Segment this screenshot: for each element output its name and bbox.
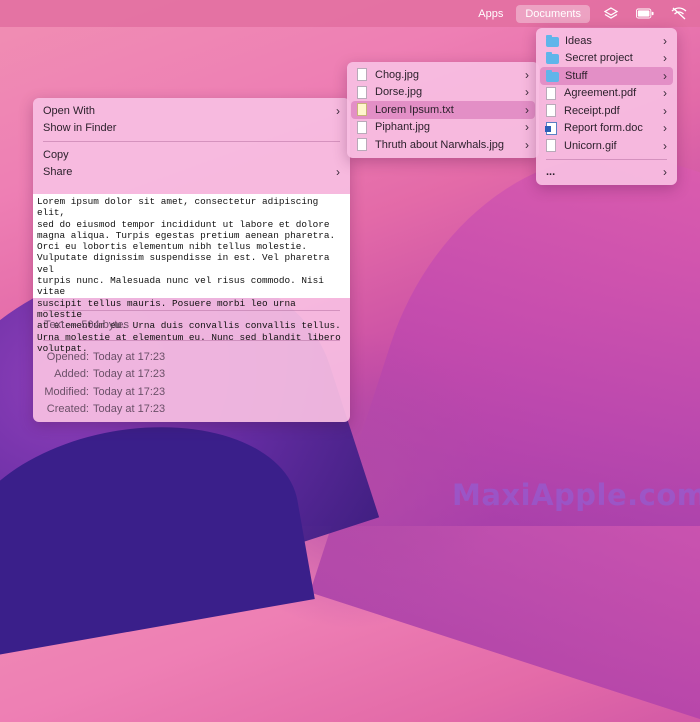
- menu-item-narwhals[interactable]: Thruth about Narwhals.jpg ›: [347, 136, 539, 154]
- chevron-right-icon: ›: [663, 68, 667, 83]
- image-file-icon: [357, 68, 367, 82]
- menu-item-secret-project[interactable]: Secret project ›: [536, 50, 677, 68]
- share-item[interactable]: Share ›: [33, 164, 350, 182]
- chevron-right-icon: ›: [336, 103, 340, 118]
- menu-item-report-form[interactable]: Report form.doc ›: [536, 120, 677, 138]
- chevron-right-icon: ›: [663, 138, 667, 153]
- menu-item-more[interactable]: ... ›: [536, 164, 677, 182]
- watermark: MaxiApple.com: [452, 478, 700, 512]
- separator: [43, 340, 340, 341]
- chevron-right-icon: ›: [663, 33, 667, 48]
- menu-item-unicorn[interactable]: Unicorn.gif ›: [536, 137, 677, 155]
- layers-icon[interactable]: [602, 6, 620, 21]
- menu-item-piphant[interactable]: Piphant.jpg ›: [347, 119, 539, 137]
- meta-modified: Modified: Today at 17:23: [44, 385, 166, 398]
- meta-created: Created: Today at 17:23: [46, 403, 166, 416]
- menu-item-stuff[interactable]: Stuff ›: [540, 67, 673, 85]
- image-file-icon: [546, 139, 556, 153]
- image-file-icon: [357, 120, 367, 134]
- documents-menu: Ideas › Secret project › Stuff › Agreeme…: [536, 28, 677, 185]
- text-file-icon: [357, 103, 367, 117]
- menu-item-dorse[interactable]: Dorse.jpg ›: [347, 84, 539, 102]
- menubar-documents[interactable]: Documents: [516, 4, 590, 23]
- chevron-right-icon: ›: [525, 85, 529, 100]
- folder-icon: [546, 52, 559, 65]
- copy-item[interactable]: Copy: [33, 146, 350, 164]
- image-file-icon: [357, 85, 367, 99]
- menu-bar: Apps Documents: [0, 0, 700, 27]
- image-file-icon: [357, 138, 367, 152]
- stuff-submenu: Chog.jpg › Dorse.jpg › Lorem Ipsum.txt ›…: [347, 62, 539, 158]
- menubar-apps[interactable]: Apps: [469, 5, 512, 23]
- chevron-right-icon: ›: [336, 165, 340, 180]
- menu-item-agreement[interactable]: Agreement.pdf ›: [536, 85, 677, 103]
- open-with-item[interactable]: Open With ›: [33, 102, 350, 120]
- chevron-right-icon: ›: [663, 121, 667, 136]
- chevron-right-icon: ›: [663, 51, 667, 66]
- menu-item-receipt[interactable]: Receipt.pdf ›: [536, 102, 677, 120]
- chevron-right-icon: ›: [525, 120, 529, 135]
- chevron-right-icon: ›: [663, 86, 667, 101]
- chevron-right-icon: ›: [663, 103, 667, 118]
- menu-item-lorem-ipsum[interactable]: Lorem Ipsum.txt ›: [351, 101, 535, 119]
- text-preview: Lorem ipsum dolor sit amet, consectetur …: [33, 194, 350, 354]
- word-file-icon: [545, 121, 557, 135]
- meta-added: Added: Today at 17:23: [54, 368, 166, 381]
- file-kind-size: Text — 504 bytes: [44, 319, 130, 331]
- separator: [546, 158, 667, 160]
- menu-item-ideas[interactable]: Ideas ›: [536, 32, 677, 50]
- folder-icon: [546, 69, 559, 82]
- chevron-right-icon: ›: [525, 67, 529, 82]
- chevron-right-icon: ›: [525, 137, 529, 152]
- meta-opened: Opened: Today at 17:23: [46, 350, 166, 363]
- battery-icon[interactable]: [636, 7, 654, 21]
- file-context-menu: Open With › Show in Finder Copy Share › …: [33, 98, 350, 422]
- folder-icon: [546, 34, 559, 47]
- separator: [43, 141, 340, 142]
- file-metadata: Opened: Today at 17:23 Added: Today at 17:…: [33, 348, 173, 418]
- chevron-right-icon: ›: [663, 165, 667, 180]
- wifi-off-icon[interactable]: [670, 7, 688, 21]
- pdf-file-icon: [546, 86, 556, 100]
- separator: [43, 310, 340, 311]
- show-in-finder-item[interactable]: Show in Finder: [33, 120, 350, 138]
- menu-item-chog[interactable]: Chog.jpg ›: [347, 66, 539, 84]
- chevron-right-icon: ›: [525, 102, 529, 117]
- pdf-file-icon: [546, 104, 556, 118]
